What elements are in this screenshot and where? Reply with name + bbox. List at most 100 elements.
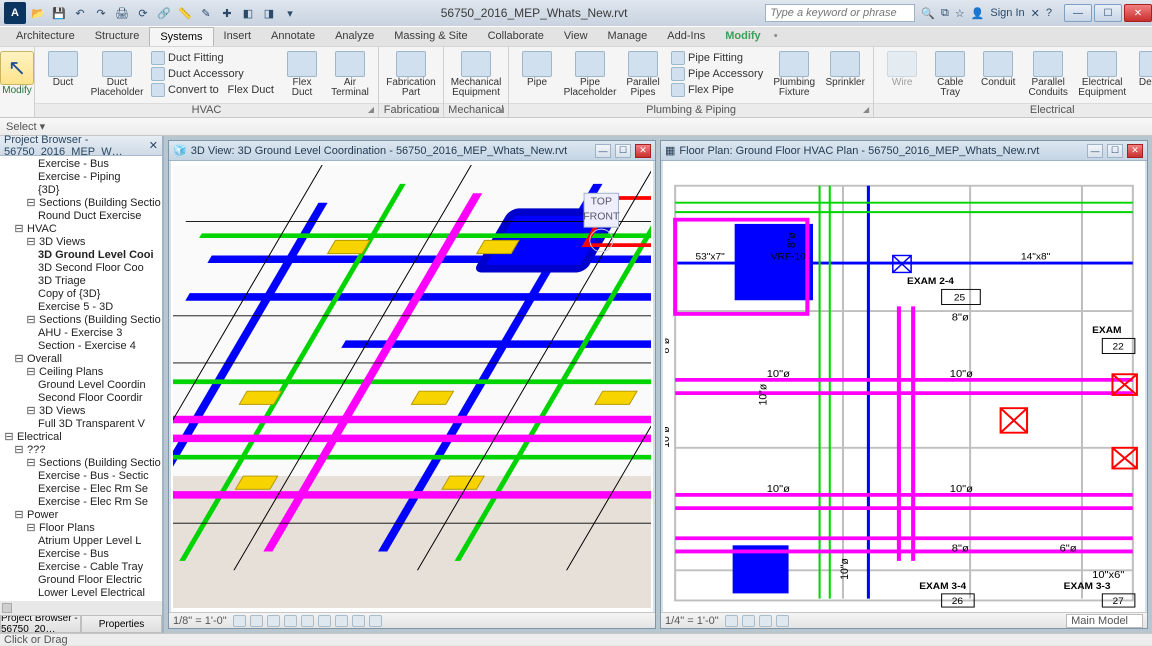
qat-drop-icon[interactable]: ▾	[281, 4, 299, 22]
tree-node[interactable]: ⊟ Sections (Building Sectio	[0, 197, 162, 210]
tree-node[interactable]: ⊟ Ceiling Plans	[0, 366, 162, 379]
tab-properties[interactable]: Properties	[81, 615, 162, 633]
viewport-fp-min-button[interactable]: —	[1087, 144, 1103, 158]
tree-node[interactable]: Copy of {3D}	[0, 288, 162, 301]
qat-redo-icon[interactable]: ↷	[92, 4, 110, 22]
tab-systems[interactable]: Systems	[149, 27, 213, 46]
tree-node[interactable]: Exercise - Elec Rm Se	[0, 496, 162, 509]
tree-node[interactable]: ⊟ HVAC	[0, 223, 162, 236]
select-bar[interactable]: Select ▾	[0, 118, 1152, 136]
convert-to-button[interactable]: Convert to Flex Duct	[151, 83, 274, 97]
tab-structure[interactable]: Structure	[85, 27, 150, 46]
minimize-button[interactable]: —	[1064, 4, 1092, 22]
tab-project-browser[interactable]: Project Browser - 56750_20…	[0, 615, 81, 633]
pipe-placeholder-button[interactable]: Pipe Placeholder	[561, 49, 619, 98]
tree-node[interactable]: ⊟ Power	[0, 509, 162, 522]
viewport-3d-close-button[interactable]: ✕	[635, 144, 651, 158]
tree-node[interactable]: ⊟ Electrical	[0, 431, 162, 444]
flex-pipe-button[interactable]: Flex Pipe	[671, 83, 763, 97]
tab-architecture[interactable]: Architecture	[6, 27, 85, 46]
tab-view[interactable]: View	[554, 27, 598, 46]
parallel-pipes-button[interactable]: Parallel Pipes	[619, 49, 667, 98]
star-icon[interactable]: ☆	[955, 7, 965, 20]
tree-node[interactable]: Exercise - Bus	[0, 158, 162, 171]
ribbon-expand-icon[interactable]: •	[771, 27, 781, 46]
fabrication-part-button[interactable]: Fabrication Part	[383, 49, 439, 98]
qat-link-icon[interactable]: 🔗	[155, 4, 173, 22]
tree-node[interactable]: Exercise - Cable Tray	[0, 561, 162, 574]
close-button[interactable]: ✕	[1124, 4, 1152, 22]
tree-node[interactable]: {3D}	[0, 184, 162, 197]
project-browser-title[interactable]: Project Browser - 56750_2016_MEP_W… ✕	[0, 136, 162, 156]
tree-node[interactable]: ⊟ Sections (Building Sectio	[0, 314, 162, 327]
sign-in-button[interactable]: Sign In	[990, 7, 1024, 19]
plumbing-fixture-button[interactable]: Plumbing Fixture	[767, 49, 821, 98]
vc-icon-4[interactable]	[284, 615, 297, 627]
tree-node[interactable]: ⊟ ???	[0, 444, 162, 457]
viewport-3d-canvas[interactable]: TOP FRONT	[169, 161, 655, 612]
tree-node[interactable]: Lower Level Electrical	[0, 587, 162, 600]
tree-node[interactable]: Full 3D Transparent V	[0, 418, 162, 431]
tab-massing[interactable]: Massing & Site	[384, 27, 477, 46]
tree-node[interactable]: ⊟ 3D Views	[0, 405, 162, 418]
duct-button[interactable]: Duct	[39, 49, 87, 88]
fp-icon-1[interactable]	[725, 615, 738, 627]
tab-annotate[interactable]: Annotate	[261, 27, 325, 46]
duct-placeholder-button[interactable]: Duct Placeholder	[87, 49, 147, 98]
sprinkler-button[interactable]: Sprinkler	[821, 49, 869, 88]
vc-icon-6[interactable]	[318, 615, 331, 627]
viewport-3d-scale[interactable]: 1/8" = 1'-0"	[173, 615, 229, 627]
tree-node[interactable]: 3D Ground Level Cooi	[0, 249, 162, 262]
qat-measure-icon[interactable]: 📏	[176, 4, 194, 22]
tree-node[interactable]: 3D Triage	[0, 275, 162, 288]
qat-undo-icon[interactable]: ↶	[71, 4, 89, 22]
vc-icon-3[interactable]	[267, 615, 280, 627]
viewport-fp-canvas[interactable]: 53"x7" 14"x8" VRF-10	[661, 161, 1147, 612]
qat-save-icon[interactable]: 💾	[50, 4, 68, 22]
conduit-button[interactable]: Conduit	[974, 49, 1022, 88]
tree-node[interactable]: Section - Exercise 4	[0, 340, 162, 353]
flex-duct-button[interactable]: Flex Duct	[278, 49, 326, 98]
viewport-3d-titlebar[interactable]: 🧊 3D View: 3D Ground Level Coordination …	[169, 141, 655, 161]
comm-icon[interactable]: ⧉	[941, 7, 949, 20]
project-browser-close-icon[interactable]: ✕	[149, 139, 158, 152]
pipe-button[interactable]: Pipe	[513, 49, 561, 88]
vc-icon-5[interactable]	[301, 615, 314, 627]
user-icon[interactable]: 👤	[971, 7, 985, 20]
duct-accessory-button[interactable]: Duct Accessory	[151, 67, 274, 81]
tree-node[interactable]: ⊟ Overall	[0, 353, 162, 366]
cable-tray-button[interactable]: Cable Tray	[926, 49, 974, 98]
qat-tool4-icon[interactable]: ◨	[260, 4, 278, 22]
tab-collaborate[interactable]: Collaborate	[478, 27, 554, 46]
viewport-3d-min-button[interactable]: —	[595, 144, 611, 158]
electrical-equipment-button[interactable]: Electrical Equipment	[1074, 49, 1130, 98]
viewport-fp-titlebar[interactable]: ▦ Floor Plan: Ground Floor HVAC Plan - 5…	[661, 141, 1147, 161]
viewport-3d-max-button[interactable]: ☐	[615, 144, 631, 158]
device-button[interactable]: Device	[1130, 49, 1152, 88]
tree-node[interactable]: Exercise - Bus	[0, 548, 162, 561]
mechanical-equipment-button[interactable]: Mechanical Equipment	[448, 49, 504, 98]
tab-insert[interactable]: Insert	[214, 27, 262, 46]
tree-node[interactable]: Exercise - Elec Rm Se	[0, 483, 162, 496]
modify-arrow-icon[interactable]: ↖	[0, 51, 34, 85]
viewport-fp-max-button[interactable]: ☐	[1107, 144, 1123, 158]
tab-modify[interactable]: Modify	[715, 27, 770, 46]
exchange-icon[interactable]: ✕	[1031, 7, 1040, 20]
air-terminal-button[interactable]: Air Terminal	[326, 49, 374, 98]
viewport-fp-scale[interactable]: 1/4" = 1'-0"	[665, 615, 721, 627]
tree-node[interactable]: ⊟ Floor Plans	[0, 522, 162, 535]
tab-manage[interactable]: Manage	[598, 27, 658, 46]
vc-icon-9[interactable]	[369, 615, 382, 627]
tab-analyze[interactable]: Analyze	[325, 27, 384, 46]
help-search-input[interactable]	[765, 4, 915, 22]
vc-icon-7[interactable]	[335, 615, 348, 627]
tree-node[interactable]: Exercise - Piping	[0, 171, 162, 184]
fp-icon-3[interactable]	[759, 615, 772, 627]
app-menu-button[interactable]: A	[4, 2, 26, 24]
duct-fitting-button[interactable]: Duct Fitting	[151, 51, 274, 65]
vc-icon-2[interactable]	[250, 615, 263, 627]
tree-node[interactable]: 3D Second Floor Coo	[0, 262, 162, 275]
tree-node[interactable]: Second Floor Coordir	[0, 392, 162, 405]
qat-tool2-icon[interactable]: ✚	[218, 4, 236, 22]
qat-print-icon[interactable]: 🖨	[113, 4, 131, 22]
